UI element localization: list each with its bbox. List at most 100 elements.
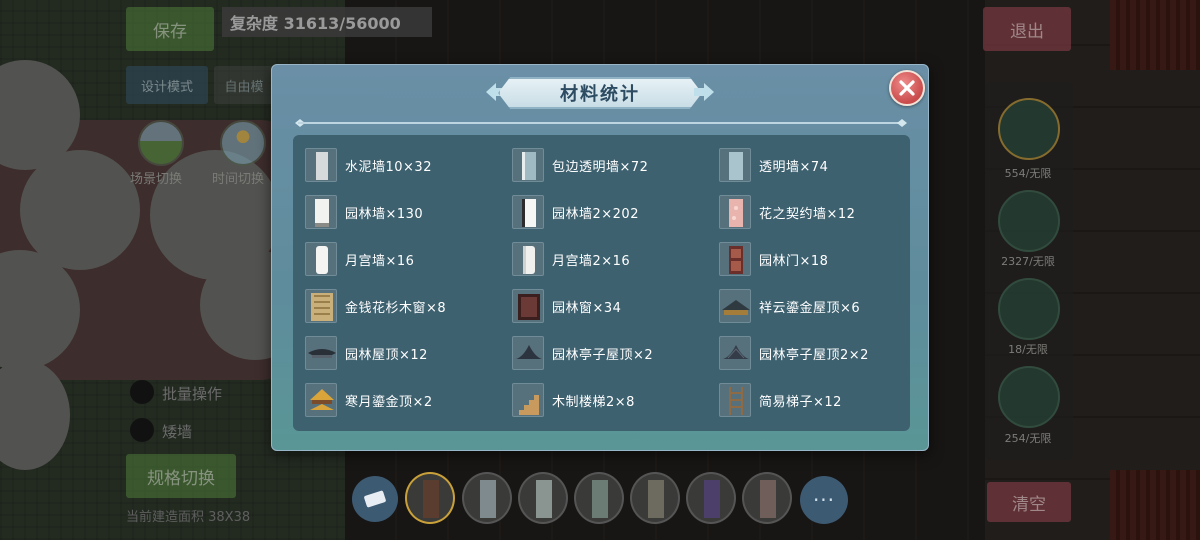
toolbar-material-slot[interactable] (405, 472, 455, 524)
material-item: 园林门×18 (719, 242, 828, 276)
glass-wall-icon (719, 148, 751, 182)
category-count: 254/无限 (1004, 432, 1052, 445)
free-mode-button[interactable]: 自由模 (214, 66, 274, 104)
pavilion-roof-icon (512, 336, 544, 370)
material-label: 月宫墙2×16 (552, 253, 631, 269)
material-label: 园林窗×34 (552, 300, 622, 316)
edged-glass-wall-icon (512, 148, 544, 182)
low-wall-radio[interactable] (130, 418, 154, 442)
flower-pact-wall-icon (719, 195, 751, 229)
close-icon (899, 80, 915, 96)
material-label: 包边透明墙×72 (552, 159, 649, 175)
toolbar-material-slot[interactable] (462, 472, 512, 524)
low-wall-label: 矮墙 (162, 423, 193, 441)
material-item: 简易梯子×12 (719, 383, 842, 417)
material-label: 园林亭子屋顶2×2 (759, 347, 869, 363)
garden-wall-icon (305, 195, 337, 229)
material-label: 金钱花杉木窗×8 (345, 300, 447, 316)
title-ornament-right-icon (694, 83, 714, 101)
material-item: 包边透明墙×72 (512, 148, 648, 182)
material-item: 月宫墙×16 (305, 242, 414, 276)
material-label: 祥云鎏金屋顶×6 (759, 300, 861, 316)
material-swatch-icon (648, 480, 664, 518)
time-switch-icon[interactable] (220, 120, 266, 166)
material-swatch-icon (592, 480, 608, 518)
category-window-item[interactable] (998, 278, 1060, 340)
category-count: 554/无限 (1004, 167, 1052, 180)
more-button[interactable]: ··· (800, 476, 848, 524)
material-item: 月宫墙2×16 (512, 242, 630, 276)
material-item: 园林亭子屋顶2×2 (719, 336, 869, 370)
scene-switch-icon[interactable] (138, 120, 184, 166)
material-stats-dialog: 材料统计 水泥墙10×32 包边透明墙×72 透明墙×74 园林墙×130 园林墙2×2… (271, 64, 929, 451)
garden-window-icon (512, 289, 544, 323)
close-button[interactable] (889, 70, 925, 106)
scene-switch-label: 场景切换 (130, 172, 183, 187)
garden-wall-2-icon (512, 195, 544, 229)
eraser-icon (364, 490, 386, 508)
material-swatch-icon (536, 480, 552, 518)
material-item: 水泥墙10×32 (305, 148, 432, 182)
spec-switch-button[interactable]: 规格切换 (126, 454, 236, 498)
category-floor-item[interactable] (998, 190, 1060, 252)
cold-moon-gilded-top-icon (305, 383, 337, 417)
material-label: 园林门×18 (759, 253, 829, 269)
toolbar-material-slot[interactable] (518, 472, 568, 524)
category-count: 18/无限 (1008, 343, 1048, 356)
exit-button[interactable]: 退出 (983, 7, 1071, 51)
material-item: 园林墙2×202 (512, 195, 639, 229)
moon-palace-wall-2-icon (512, 242, 544, 276)
clear-button[interactable]: 清空 (987, 482, 1071, 522)
toolbar-material-slot[interactable] (686, 472, 736, 524)
material-label: 园林墙×130 (345, 206, 424, 222)
complexity-counter: 复杂度 31613/56000 (222, 7, 432, 37)
cloud-gilded-roof-icon (719, 289, 751, 323)
material-item: 寒月鎏金顶×2 (305, 383, 433, 417)
material-label: 透明墙×74 (759, 159, 829, 175)
toolbar-material-slot[interactable] (742, 472, 792, 524)
garden-roof-icon (305, 336, 337, 370)
material-item: 园林屋顶×12 (305, 336, 428, 370)
pavilion-roof-2-icon (719, 336, 751, 370)
wooden-stairs-icon (512, 383, 544, 417)
material-item: 祥云鎏金屋顶×6 (719, 289, 860, 323)
batch-operation-label: 批量操作 (162, 385, 223, 403)
material-label: 简易梯子×12 (759, 394, 842, 410)
dialog-title: 材料统计 (560, 84, 640, 105)
material-item: 金钱花杉木窗×8 (305, 289, 446, 323)
divider-ornament-icon (897, 119, 907, 127)
batch-operation-radio[interactable] (130, 380, 154, 404)
title-divider (298, 122, 902, 124)
build-area-text: 当前建造面积 38X38 (126, 510, 251, 525)
save-button[interactable]: 保存 (126, 7, 214, 51)
material-swatch-icon (760, 480, 776, 518)
material-label: 寒月鎏金顶×2 (345, 394, 433, 410)
material-label: 水泥墙10×32 (345, 159, 432, 175)
material-item: 木制楼梯2×8 (512, 383, 635, 417)
moon-palace-wall-icon (305, 242, 337, 276)
design-mode-button[interactable]: 设计模式 (126, 66, 208, 104)
material-item: 园林墙×130 (305, 195, 423, 229)
material-label: 木制楼梯2×8 (552, 394, 635, 410)
material-swatch-icon (704, 480, 720, 518)
category-count: 2327/无限 (1001, 255, 1055, 268)
materials-grid: 水泥墙10×32 包边透明墙×72 透明墙×74 园林墙×130 园林墙2×202 花之契… (293, 135, 910, 431)
material-label: 花之契约墙×12 (759, 206, 856, 222)
fir-window-icon (305, 289, 337, 323)
category-wall-item[interactable] (998, 98, 1060, 160)
material-item: 园林亭子屋顶×2 (512, 336, 653, 370)
material-item: 园林窗×34 (512, 289, 621, 323)
material-item: 透明墙×74 (719, 148, 828, 182)
material-label: 园林亭子屋顶×2 (552, 347, 654, 363)
eraser-button[interactable] (352, 476, 398, 522)
material-swatch-icon (423, 480, 439, 518)
toolbar-material-slot[interactable] (574, 472, 624, 524)
dialog-title-plate: 材料统计 (498, 77, 702, 109)
material-item: 花之契约墙×12 (719, 195, 855, 229)
toolbar-material-slot[interactable] (630, 472, 680, 524)
material-label: 月宫墙×16 (345, 253, 415, 269)
category-furniture-item[interactable] (998, 366, 1060, 428)
time-switch-label: 时间切换 (212, 172, 265, 187)
material-label: 园林墙2×202 (552, 206, 639, 222)
material-label: 园林屋顶×12 (345, 347, 428, 363)
